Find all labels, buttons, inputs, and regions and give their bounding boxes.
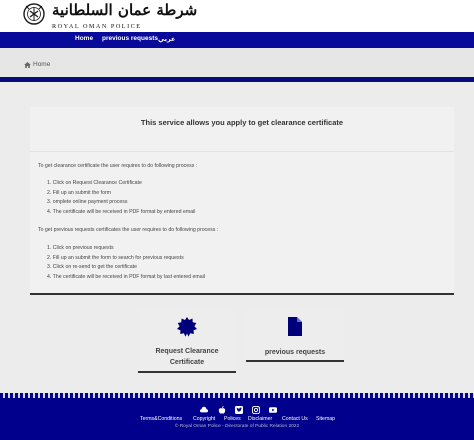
document-icon — [288, 317, 302, 336]
footer-copyright: © Royal Oman Police - Directorate of Pub… — [174, 424, 300, 429]
step-item: 4. The certificate will be received in P… — [47, 209, 196, 215]
intro-clearance: To get clearance certificate the user re… — [38, 163, 198, 169]
footer-pattern — [0, 393, 474, 398]
nav-arabic[interactable]: عربي — [158, 35, 176, 43]
instagram-icon[interactable] — [252, 406, 260, 414]
main-nav: Home previous requests عربي — [0, 32, 474, 48]
certificate-seal-icon — [177, 317, 197, 337]
previous-requests-button[interactable]: previous requests — [246, 309, 344, 362]
site-footer: Terms&Conditions Copyright Polices Discl… — [0, 393, 474, 440]
breadcrumb-bar: Home — [0, 48, 474, 82]
site-logo[interactable]: شرطة عمان السلطانية ROYAL OMAN POLICE — [22, 1, 197, 32]
step-item: 2. Fill up an submit the form to search … — [47, 255, 184, 261]
step-item: 4. The certificate will be received in P… — [47, 274, 205, 280]
breadcrumb: Home — [24, 61, 50, 68]
footer-link-sitemap[interactable]: Sitemap — [316, 416, 335, 422]
page-title: This service allows you apply to get cle… — [140, 118, 344, 127]
step-item: 3. Click on re-send to get the certifica… — [47, 264, 137, 270]
request-certificate-label-line1: Request Clearance — [155, 348, 219, 355]
nav-previous-requests[interactable]: previous requests — [102, 35, 158, 42]
footer-link-polices[interactable]: Polices — [224, 416, 241, 422]
footer-link-disclaimer[interactable]: Disclaimer — [248, 416, 272, 422]
logo-arabic-text: شرطة عمان السلطانية — [52, 1, 198, 19]
step-item: 1. Click on Request Clearance Certificat… — [47, 180, 142, 186]
step-item: 2. Fill up an submit the form — [47, 190, 112, 196]
rop-emblem-icon — [23, 3, 45, 25]
service-info-card: This service allows you apply to get cle… — [30, 107, 454, 295]
previous-requests-label: previous requests — [264, 349, 326, 356]
site-header: شرطة عمان السلطانية ROYAL OMAN POLICE — [0, 0, 474, 32]
youtube-icon[interactable] — [269, 406, 277, 414]
home-icon — [24, 61, 31, 68]
cloud-icon[interactable] — [200, 406, 208, 414]
request-certificate-label-line2: Certificate — [169, 359, 205, 366]
twitter-icon[interactable] — [235, 406, 243, 414]
footer-link-terms[interactable]: Terms&Conditions — [140, 416, 182, 422]
request-certificate-button[interactable]: Request Clearance Certificate — [138, 309, 236, 373]
breadcrumb-home-link[interactable]: Home — [33, 61, 50, 68]
nav-home[interactable]: Home — [75, 35, 93, 42]
card-divider — [30, 151, 454, 152]
footer-link-copyright[interactable]: Copyright — [193, 416, 215, 422]
logo-latin-text: ROYAL OMAN POLICE — [52, 23, 142, 30]
apple-icon[interactable] — [218, 406, 226, 414]
footer-link-contact[interactable]: Contact Us — [282, 416, 308, 422]
intro-previous: To get previous requests certificates th… — [38, 227, 219, 233]
step-item: 1. Click on previous requests — [47, 245, 114, 251]
step-item: 3. omplete online payment process — [47, 199, 128, 205]
